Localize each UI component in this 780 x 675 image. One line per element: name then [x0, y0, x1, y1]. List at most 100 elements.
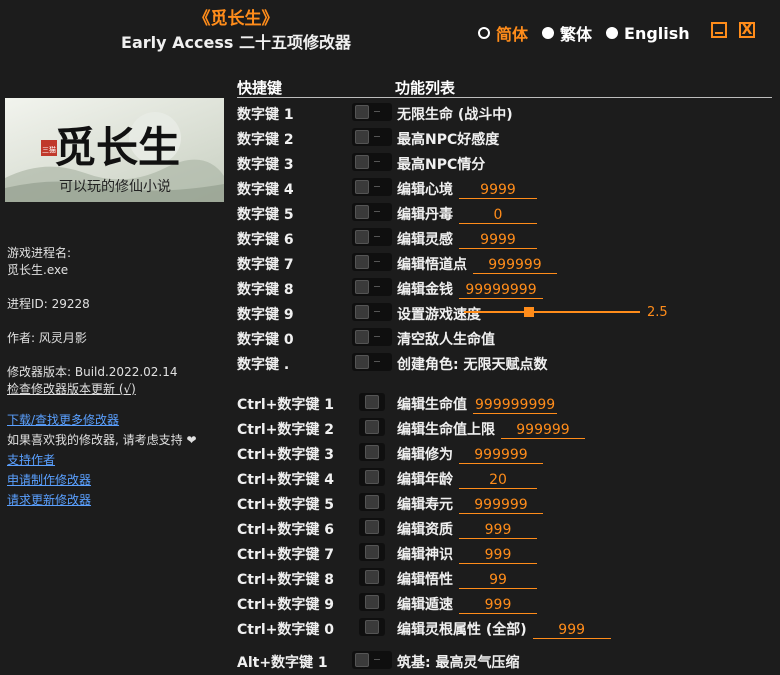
hotkey-label: 数字键 7 [237, 257, 294, 273]
value-input[interactable]: 99 [459, 573, 537, 589]
radio-icon [542, 27, 555, 39]
toggle-track-mark [374, 136, 380, 137]
support-author-link[interactable]: 支持作者 [7, 452, 222, 469]
hotkey-label: Alt+数字键 1 [237, 655, 328, 671]
hotkey-label: 数字键 8 [237, 282, 294, 298]
cheat-row: Ctrl+数字键 9 编辑遁速 999 [237, 590, 777, 615]
value-input[interactable]: 999999999 [473, 398, 558, 414]
cheat-toggle-switch[interactable] [352, 128, 392, 146]
hotkey-label: 数字键 1 [237, 107, 294, 123]
cheat-toggle-switch[interactable] [352, 303, 392, 321]
trainer-subtitle: Early Access 二十五项修改器 [121, 33, 351, 52]
function-label-wrap: 编辑神识 999 [397, 544, 537, 564]
hotkey-label: 数字键 5 [237, 207, 294, 223]
cheat-checkbox[interactable] [359, 418, 385, 436]
game-title: 《觅长生》 [193, 9, 279, 29]
function-label: 编辑寿元 [397, 497, 453, 513]
value-input[interactable]: 999999 [501, 423, 585, 439]
toggle-knob [365, 495, 379, 509]
value-input[interactable]: 999 [459, 598, 537, 614]
value-input[interactable]: 20 [459, 473, 537, 489]
value-input[interactable]: 999999 [473, 258, 557, 274]
cheat-toggle-switch[interactable] [352, 103, 392, 121]
cheat-checkbox[interactable] [359, 493, 385, 511]
cheat-toggle-switch[interactable] [352, 353, 392, 371]
function-label-wrap: 编辑生命值 999999999 [397, 394, 558, 414]
toggle-knob [355, 305, 369, 319]
hotkey-label: 数字键 3 [237, 157, 294, 173]
cheat-row: 数字键 7 编辑悟道点 999999 [237, 250, 777, 275]
lang-option-traditional[interactable]: 繁体 [542, 21, 592, 45]
cheat-checkbox[interactable] [359, 518, 385, 536]
function-label: 编辑悟道点 [397, 257, 467, 273]
value-input[interactable]: 9999 [459, 183, 537, 199]
cheat-toggle-switch[interactable] [352, 228, 392, 246]
check-update-link[interactable]: 检查修改器版本更新 (√) [7, 381, 222, 398]
value-input[interactable]: 99999999 [459, 283, 543, 299]
hotkey-label: Ctrl+数字键 6 [237, 522, 335, 538]
cheat-checkbox[interactable] [359, 568, 385, 586]
function-label-wrap: 最高NPC情分 [397, 154, 485, 174]
cheat-row: Ctrl+数字键 0 编辑灵根属性 (全部) 999 [237, 615, 777, 640]
cheat-toggle-switch[interactable] [352, 651, 392, 669]
lang-option-english[interactable]: English [606, 24, 690, 43]
toggle-knob [355, 280, 369, 294]
function-label: 编辑灵感 [397, 232, 453, 248]
process-label: 游戏进程名: [7, 246, 72, 260]
toggle-knob [355, 105, 369, 119]
process-id: 进程ID: 29228 [7, 297, 90, 311]
value-input[interactable]: 999999 [459, 448, 543, 464]
cheat-checkbox[interactable] [359, 468, 385, 486]
value-input[interactable]: 0 [459, 208, 537, 224]
function-label-wrap: 编辑修为 999999 [397, 444, 543, 464]
function-label: 设置游戏速度 [397, 307, 481, 323]
cheat-row: 数字键 . 创建角色: 无限天赋点数 [237, 350, 777, 375]
cheat-toggle-switch[interactable] [352, 153, 392, 171]
minimize-button[interactable] [711, 22, 727, 38]
cheat-checkbox[interactable] [359, 443, 385, 461]
request-trainer-link[interactable]: 申请制作修改器 [7, 472, 222, 489]
value-input[interactable]: 999999 [459, 498, 543, 514]
toggle-knob [355, 180, 369, 194]
toggle-knob [355, 653, 369, 667]
banner-artwork: 三猫 觅长生 可以玩的修仙小说 [5, 112, 224, 202]
value-input[interactable]: 999 [459, 523, 537, 539]
cheat-checkbox[interactable] [359, 618, 385, 636]
function-label-wrap: 编辑生命值上限 999999 [397, 419, 585, 439]
slider-thumb[interactable] [524, 307, 535, 317]
hotkey-label: Ctrl+数字键 4 [237, 472, 335, 488]
function-label: 编辑遁速 [397, 597, 453, 613]
request-update-link[interactable]: 请求更新修改器 [7, 492, 222, 509]
toggle-track-mark [374, 311, 380, 312]
cheat-toggle-switch[interactable] [352, 328, 392, 346]
hotkey-label: 数字键 2 [237, 132, 294, 148]
cheat-row: Ctrl+数字键 3 编辑修为 999999 [237, 440, 777, 465]
function-label-wrap: 设置游戏速度 [397, 304, 481, 324]
toggle-track-mark [374, 659, 380, 660]
close-button[interactable]: X [739, 22, 755, 38]
toggle-track-mark [374, 261, 380, 262]
value-input[interactable]: 999 [532, 623, 611, 639]
cheat-row: 数字键 5 编辑丹毒 0 [237, 200, 777, 225]
cheat-toggle-switch[interactable] [352, 253, 392, 271]
toggle-knob [355, 355, 369, 369]
toggle-knob [355, 130, 369, 144]
value-input[interactable]: 999 [459, 548, 537, 564]
cheat-row: Alt+数字键 1 筑基: 最高灵气压缩 [237, 648, 777, 673]
cheat-toggle-switch[interactable] [352, 203, 392, 221]
lang-option-simplified[interactable]: 简体 [478, 21, 528, 45]
cheat-toggle-switch[interactable] [352, 278, 392, 296]
cheat-toggle-switch[interactable] [352, 178, 392, 196]
cheat-checkbox[interactable] [359, 393, 385, 411]
function-label-wrap: 清空敌人生命值 [397, 329, 495, 349]
title-block: 《觅长生》 Early Access 二十五项修改器 [0, 8, 472, 54]
download-link[interactable]: 下载/查找更多修改器 [7, 412, 222, 429]
function-label: 编辑悟性 [397, 572, 453, 588]
function-label: 筑基: 最高灵气压缩 [397, 655, 520, 671]
process-name: 觅长生.exe [7, 263, 69, 277]
toggle-track-mark [374, 236, 380, 237]
cheat-checkbox[interactable] [359, 543, 385, 561]
value-input[interactable]: 9999 [459, 233, 537, 249]
game-speed-slider[interactable] [464, 311, 640, 313]
cheat-checkbox[interactable] [359, 593, 385, 611]
